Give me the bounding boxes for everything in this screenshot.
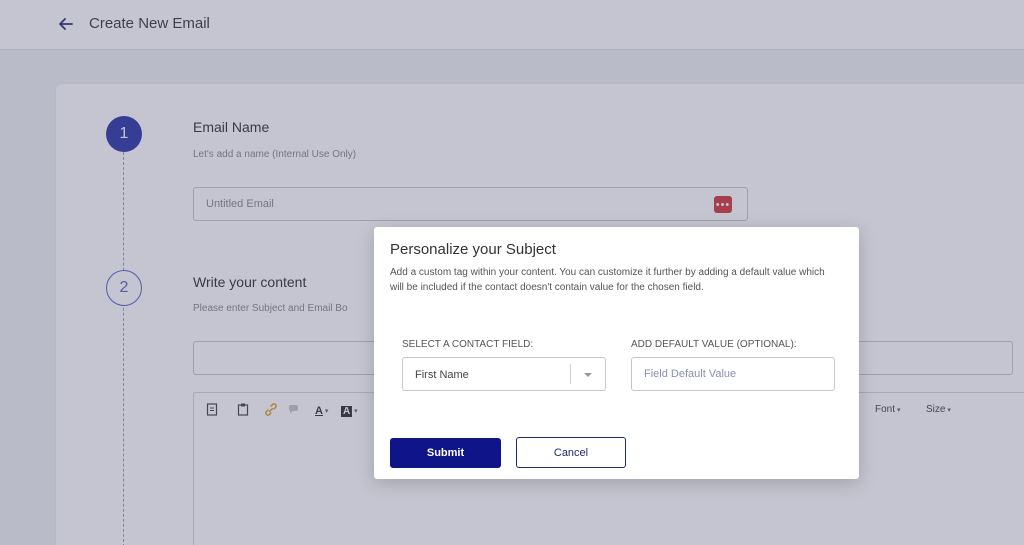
contact-field-select[interactable]: First Name [402,357,606,391]
select-separator [570,364,571,384]
cancel-button[interactable]: Cancel [516,437,626,468]
modal-title: Personalize your Subject [390,241,556,258]
submit-button[interactable]: Submit [390,438,501,468]
modal-description: Add a custom tag within your content. Yo… [390,267,825,293]
contact-field-value: First Name [415,369,469,381]
default-value-label: ADD DEFAULT VALUE (OPTIONAL): [631,339,797,350]
default-value-input[interactable] [631,357,835,391]
personalize-subject-modal: Personalize your Subject Add a custom ta… [374,227,859,479]
contact-field-label: SELECT A CONTACT FIELD: [402,339,534,350]
chevron-down-icon[interactable] [584,373,592,377]
